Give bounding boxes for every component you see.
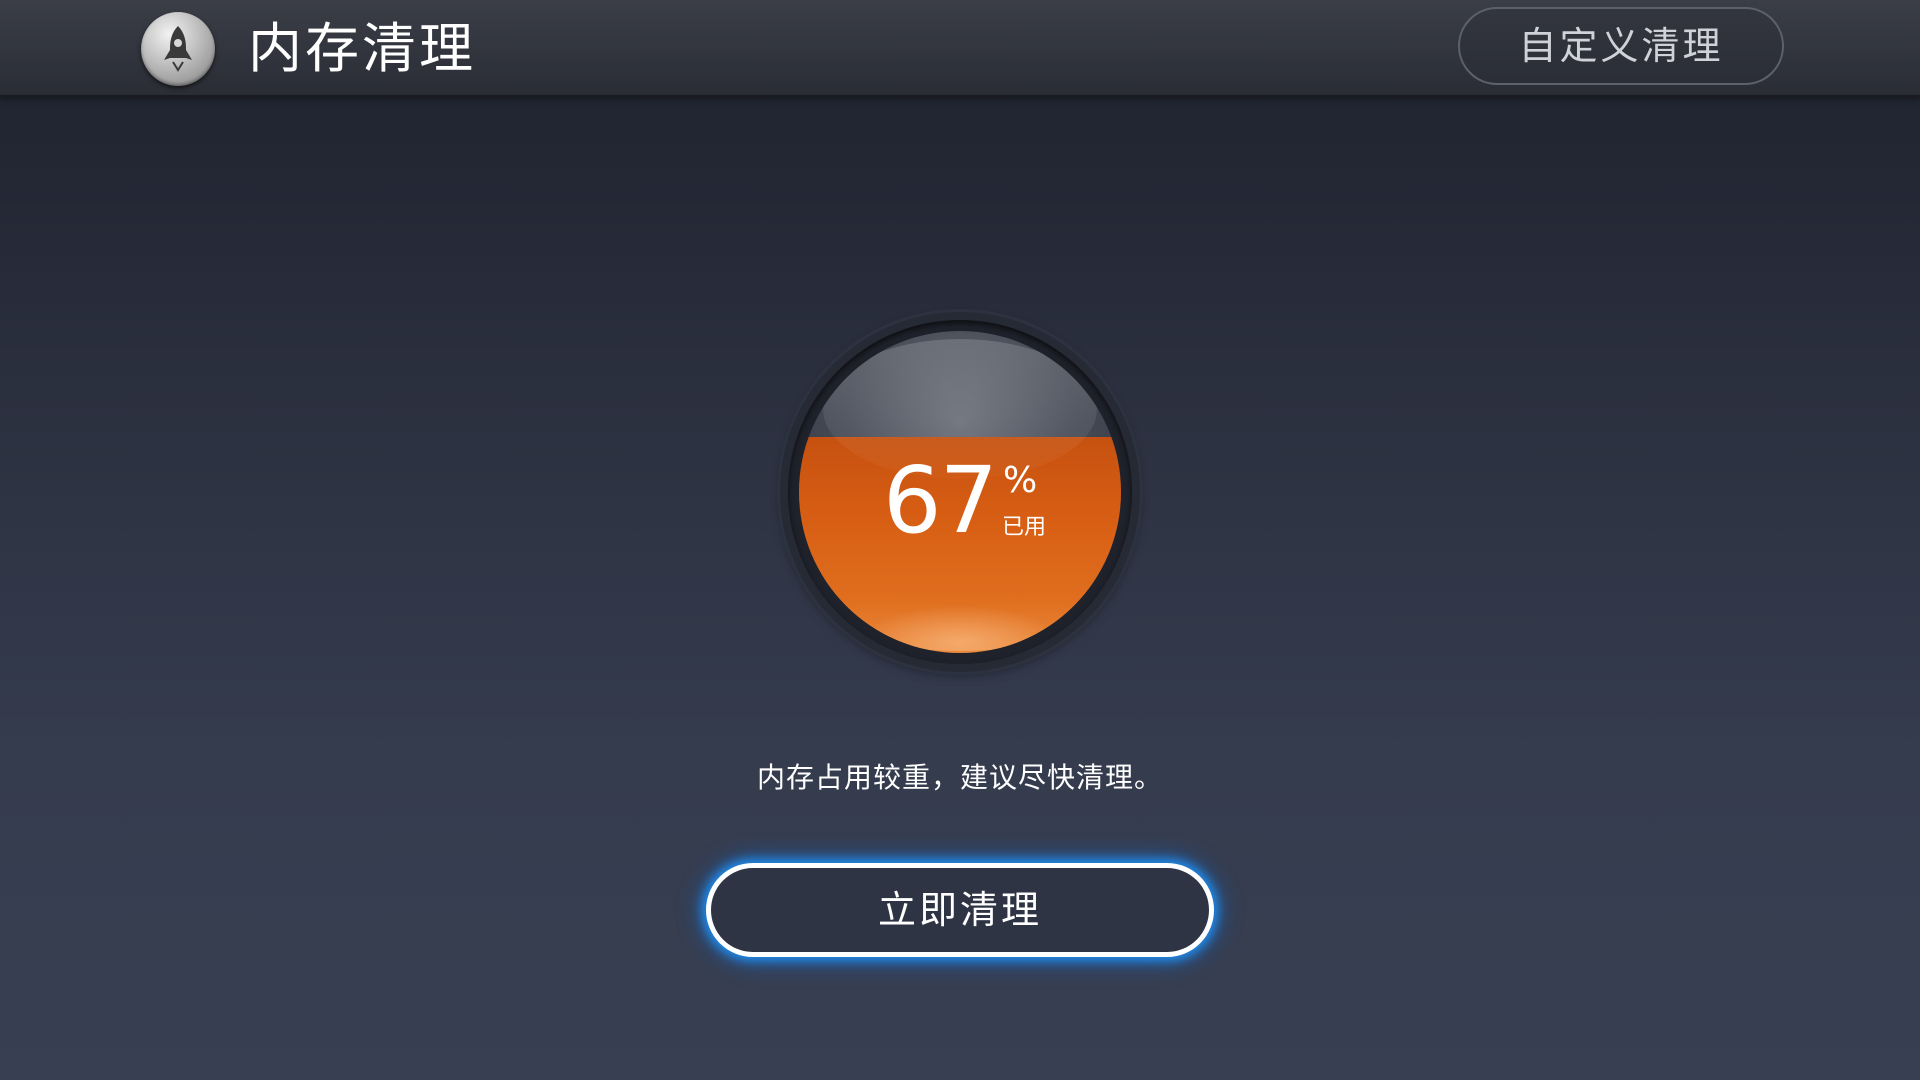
advice-text: 内存占用较重，建议尽快清理。	[756, 761, 1163, 794]
gauge-bowl: 67 % 已用	[799, 331, 1121, 653]
top-bar: 内存清理 自定义清理	[0, 0, 1920, 97]
rocket-icon	[141, 12, 215, 86]
usage-percent-value: 67	[883, 447, 998, 554]
page-title: 内存清理	[248, 17, 476, 80]
percent-sign: %	[1003, 460, 1038, 501]
used-label: 已用	[1002, 515, 1047, 540]
gauge-bottom-glow	[859, 605, 1061, 651]
custom-clean-button[interactable]: 自定义清理	[1458, 7, 1784, 85]
memory-usage-gauge: 67 % 已用	[780, 312, 1140, 672]
clean-now-button[interactable]: 立即清理	[706, 863, 1214, 957]
